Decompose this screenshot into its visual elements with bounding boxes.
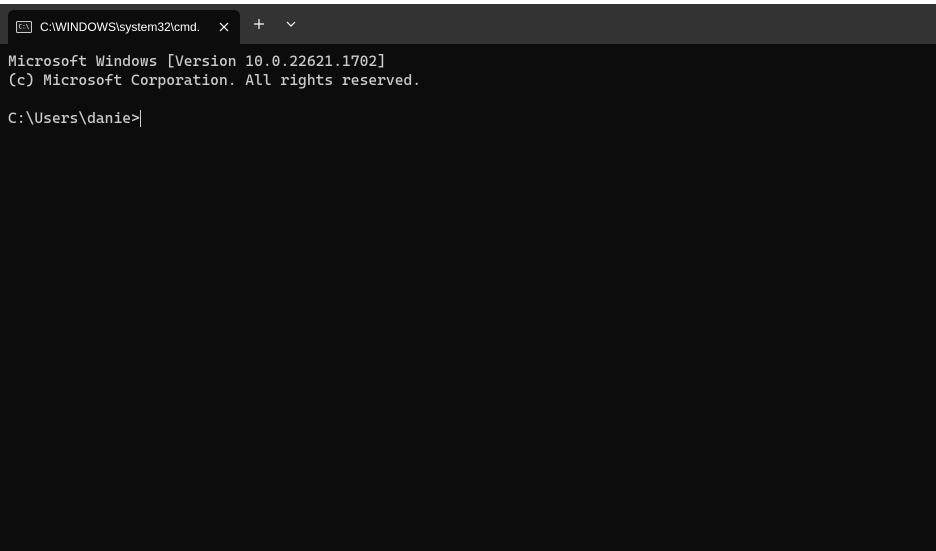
tab-dropdown-button[interactable]	[276, 9, 306, 39]
cmd-icon: C:\	[16, 19, 32, 35]
tab-close-button[interactable]	[216, 19, 232, 35]
tab-cmd[interactable]: C:\ C:\WINDOWS\system32\cmd.	[8, 10, 240, 44]
chevron-down-icon	[286, 19, 296, 29]
plus-icon	[253, 18, 265, 30]
tab-title: C:\WINDOWS\system32\cmd.	[40, 20, 208, 34]
terminal-output[interactable]: Microsoft Windows [Version 10.0.22621.17…	[0, 44, 936, 551]
tab-bar-actions	[240, 4, 306, 44]
new-tab-button[interactable]	[244, 9, 274, 39]
close-icon	[219, 22, 229, 32]
svg-text:C:\: C:\	[19, 24, 30, 31]
tab-bar: C:\ C:\WINDOWS\system32\cmd.	[0, 4, 936, 44]
prompt-text: C:\Users\danie>	[8, 109, 140, 128]
prompt-line: C:\Users\danie>	[8, 109, 928, 128]
banner-line-1: Microsoft Windows [Version 10.0.22621.17…	[8, 52, 928, 71]
banner-line-2: (c) Microsoft Corporation. All rights re…	[8, 71, 928, 90]
cursor	[140, 110, 142, 127]
